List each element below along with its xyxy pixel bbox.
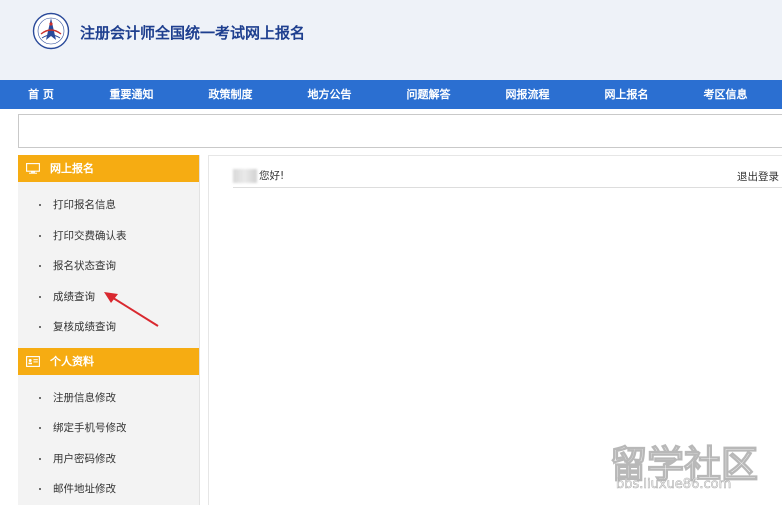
bullet-icon (39, 265, 41, 267)
sidebar-item-label: 绑定手机号修改 (53, 422, 127, 434)
bullet-icon (39, 234, 41, 237)
logout-link[interactable]: 退出登录 (737, 169, 779, 184)
sidebar-header-label: 网上报名 (50, 162, 94, 175)
sidebar-header-personal-info: 个人资料 (18, 347, 199, 375)
sidebar: 网上报名 打印报名信息 打印交费确认表 报名状态查询 成绩查询 复核成绩查询 个… (18, 155, 200, 505)
nav-important-notices[interactable]: 重要通知 (82, 80, 181, 109)
nav-registration-process[interactable]: 网报流程 (478, 80, 577, 109)
nav-local-announcements[interactable]: 地方公告 (280, 80, 379, 109)
sidebar-item-print-payment[interactable]: 打印交费确认表 (18, 221, 199, 252)
blurred-username (233, 168, 257, 183)
sidebar-item-edit-email[interactable]: 邮件地址修改 (18, 474, 199, 505)
site-title: 注册会计师全国统一考试网上报名 (80, 24, 306, 42)
sidebar-header-online-registration: 网上报名 (18, 155, 199, 182)
sidebar-item-edit-registration[interactable]: 注册信息修改 (18, 383, 199, 414)
notice-bar (18, 114, 782, 148)
bullet-icon (39, 204, 41, 206)
sidebar-item-edit-password[interactable]: 用户密码修改 (18, 444, 199, 475)
bullet-icon (39, 488, 41, 490)
id-card-icon (26, 355, 40, 367)
nav-home[interactable]: 首 页 (0, 80, 82, 109)
nav-exam-area-info[interactable]: 考区信息 (676, 80, 775, 109)
sidebar-header-label: 个人资料 (50, 354, 94, 368)
sidebar-item-label: 成绩查询 (53, 290, 95, 303)
sidebar-item-label: 邮件地址修改 (53, 483, 116, 495)
sidebar-item-edit-phone[interactable]: 绑定手机号修改 (18, 413, 199, 444)
sidebar-item-label: 打印交费确认表 (53, 229, 127, 242)
bullet-icon (39, 396, 41, 399)
watermark: 留学社区 bbs.liuxue86.com (606, 434, 776, 496)
nav-faq[interactable]: 问题解答 (379, 80, 478, 109)
header: 注册会计师全国统一考试网上报名 (0, 0, 782, 80)
sidebar-item-status-query[interactable]: 报名状态查询 (18, 251, 199, 282)
sidebar-list-personal: 注册信息修改 绑定手机号修改 用户密码修改 邮件地址修改 (18, 375, 199, 505)
sidebar-item-label: 打印报名信息 (53, 199, 116, 211)
bullet-icon (39, 427, 41, 429)
bullet-icon (39, 457, 41, 460)
bullet-icon (39, 326, 41, 328)
bullet-icon (39, 295, 41, 298)
sidebar-item-label: 注册信息修改 (53, 391, 116, 404)
main-nav: 首 页 重要通知 政策制度 地方公告 问题解答 网报流程 网上报名 考区信息 (0, 80, 782, 109)
nav-online-registration[interactable]: 网上报名 (577, 80, 676, 109)
sidebar-item-label: 用户密码修改 (53, 452, 116, 465)
cicpa-seal-icon (32, 12, 70, 50)
monitor-icon (26, 163, 40, 174)
sidebar-item-print-registration[interactable]: 打印报名信息 (18, 190, 199, 221)
watermark-sub: bbs.liuxue86.com (616, 477, 732, 493)
red-arrow-annotation-icon (104, 292, 159, 327)
sidebar-item-label: 报名状态查询 (53, 260, 116, 272)
nav-policies[interactable]: 政策制度 (181, 80, 280, 109)
greeting-row: 您好! 退出登录 (233, 164, 782, 188)
greeting-text: 您好! (259, 170, 285, 182)
